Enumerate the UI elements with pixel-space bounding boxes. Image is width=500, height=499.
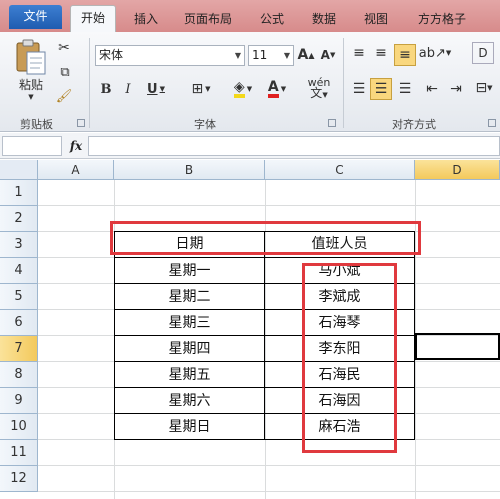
row-header-9[interactable]: 9 [0,388,38,414]
paste-button-label[interactable]: 粘贴 [14,76,48,92]
table-cell-date[interactable]: 星期六 [115,388,264,414]
tab-formulas[interactable]: 公式 [252,8,292,32]
align-left-icon[interactable]: ☰ [350,80,368,98]
font-name-value: 宋体 [99,48,124,62]
decrease-indent-icon[interactable]: ⇤ [422,80,442,98]
name-box[interactable] [2,136,62,156]
font-color-icon[interactable]: A ▼ [262,79,292,99]
chevron-down-icon: ▼ [234,51,241,60]
font-size-select[interactable]: 11 ▼ [248,45,294,66]
tab-view[interactable]: 视图 [356,8,396,32]
row-header-3[interactable]: 3 [0,232,38,258]
formula-input[interactable] [88,136,500,156]
alignment-launcher-icon[interactable] [488,119,496,127]
merge-center-icon[interactable]: ⊟ ▼ [472,78,496,98]
column-header-c[interactable]: C [265,160,415,180]
orientation-icon[interactable]: ab↗ ▼ [419,44,452,62]
format-painter-icon[interactable]: 🖌 [56,88,73,104]
insert-function-button[interactable]: fx [66,136,86,156]
row-header-5[interactable]: 5 [0,284,38,310]
bold-icon[interactable]: B [98,80,114,98]
select-all-corner[interactable] [0,160,38,180]
align-right-icon[interactable]: ☰ [396,80,414,98]
row-header-7[interactable]: 7 [0,336,38,362]
ribbon: 粘贴 ▼ ✂ ⧉ 🖌 剪贴板 宋体 ▼ 11 ▼ A ▲ A ▼ B I U ▼ ⊞ ▼… [0,32,500,132]
column-header-b[interactable]: B [114,160,265,180]
align-bottom-icon[interactable]: ≡ [394,44,416,66]
font-group-label: 字体 [194,118,216,131]
chevron-down-icon: ▼ [283,51,290,60]
font-name-select[interactable]: 宋体 ▼ [95,45,245,66]
tab-insert[interactable]: 插入 [126,8,166,32]
active-cell-d7[interactable] [415,333,500,360]
grow-font-icon[interactable]: A ▲ [296,45,316,65]
table-cell-date[interactable]: 星期二 [115,284,264,310]
tab-home[interactable]: 开始 [70,5,116,33]
row-header-8[interactable]: 8 [0,362,38,388]
table-cell-date[interactable]: 星期五 [115,362,264,388]
fill-color-icon[interactable]: ◈ ▼ [228,79,258,99]
table-cell-date[interactable]: 星期日 [115,414,264,440]
ribbon-tab-bar: 文件 开始 插入 页面布局 公式 数据 视图 方方格子 [0,0,500,33]
alignment-group-label: 对齐方式 [392,118,436,131]
staff-highlight-box [302,263,397,453]
gridline [38,205,500,206]
font-launcher-icon[interactable] [328,119,336,127]
row-header-2[interactable]: 2 [0,206,38,232]
border-icon[interactable]: ⊞ ▼ [186,80,216,98]
separator [89,38,90,128]
tab-file[interactable]: 文件 [9,5,62,29]
row-header-12[interactable]: 12 [0,466,38,492]
tab-data[interactable]: 数据 [304,8,344,32]
table-cell-date[interactable]: 星期四 [115,336,264,362]
copy-icon[interactable]: ⧉ [54,64,76,80]
italic-icon[interactable]: I [120,80,136,98]
paste-dropdown-icon[interactable]: ▼ [24,92,38,102]
row-header-4[interactable]: 4 [0,258,38,284]
shrink-font-icon[interactable]: A ▼ [318,45,338,65]
row-header-1[interactable]: 1 [0,180,38,206]
align-center-icon[interactable]: ☰ [370,78,392,100]
separator [343,38,344,128]
tab-fangfang[interactable]: 方方格子 [410,8,474,32]
cut-icon[interactable]: ✂ [56,40,72,56]
paste-icon[interactable] [14,38,48,76]
wrap-text-icon[interactable]: D [472,42,494,64]
font-size-value: 11 [252,48,268,62]
header-highlight-box [110,221,421,255]
underline-icon[interactable]: U ▼ [144,80,168,98]
formula-bar: fx [0,133,500,159]
column-header-d[interactable]: D [415,160,500,180]
phonetic-icon[interactable]: wén 文▼ [302,76,336,102]
column-header-a[interactable]: A [38,160,114,180]
align-middle-icon[interactable]: ≡ [372,44,390,62]
gridline [38,465,500,466]
clipboard-group-label: 剪贴板 [20,118,53,131]
gridline [38,491,500,492]
row-header-11[interactable]: 11 [0,440,38,466]
tab-page-layout[interactable]: 页面布局 [175,8,241,32]
table-cell-date[interactable]: 星期三 [115,310,264,336]
row-header-6[interactable]: 6 [0,310,38,336]
clipboard-launcher-icon[interactable] [77,119,85,127]
align-top-icon[interactable]: ≡ [350,44,368,62]
row-header-10[interactable]: 10 [0,414,38,440]
table-cell-date[interactable]: 星期一 [115,258,264,284]
increase-indent-icon[interactable]: ⇥ [446,80,466,98]
